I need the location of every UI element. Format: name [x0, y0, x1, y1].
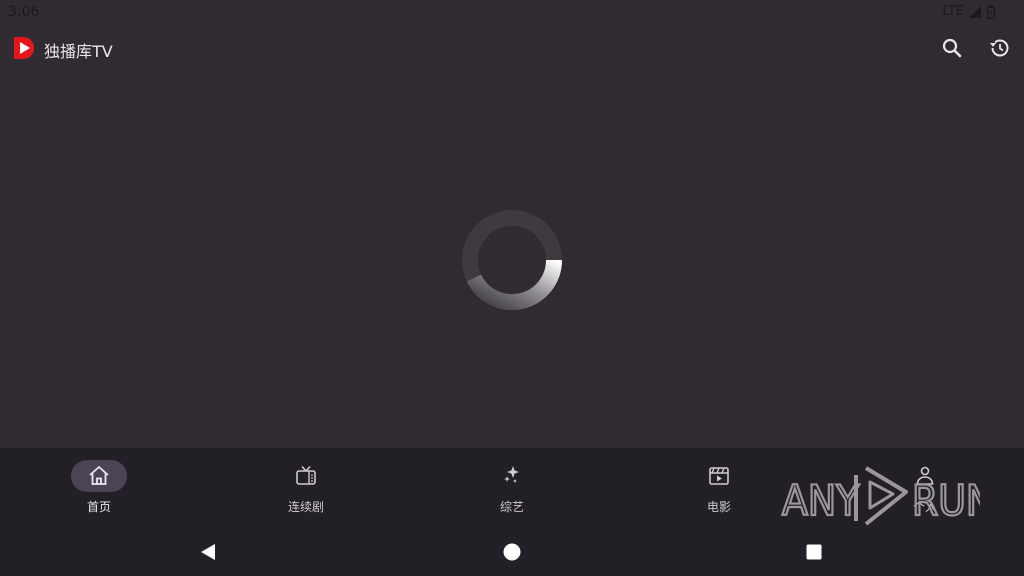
back-triangle-icon[interactable] [199, 543, 217, 561]
anyrun-watermark: ANY RUN [781, 466, 980, 526]
nav-label-series: 连续剧 [287, 500, 324, 514]
status-time: 3:06 [8, 4, 40, 20]
status-bar: 3:06 LTE [0, 0, 1024, 24]
home-circle-icon[interactable] [503, 543, 521, 561]
watermark-text-right: RUN [912, 476, 980, 525]
play-logo-icon [14, 37, 34, 59]
system-navigation-bar [0, 528, 1024, 576]
signal-icon [969, 5, 981, 18]
nav-item-series[interactable]: 连续剧 [246, 448, 366, 528]
search-icon[interactable] [940, 36, 964, 60]
nav-item-movies[interactable]: 电影 [659, 448, 779, 528]
history-icon[interactable] [988, 36, 1012, 60]
sparkle-icon [504, 466, 519, 483]
app-title: 独播库TV [44, 42, 113, 61]
tv-icon [296, 465, 316, 485]
nav-label-variety: 综艺 [499, 500, 524, 514]
battery-icon [986, 4, 996, 19]
loading-spinner [462, 210, 562, 310]
nav-label-movies: 电影 [706, 500, 731, 514]
recents-square-icon[interactable] [806, 544, 822, 560]
network-type: LTE [942, 4, 964, 19]
watermark-text-left: ANY [782, 476, 860, 525]
movie-clapper-icon [709, 467, 729, 485]
status-indicators: LTE [942, 4, 996, 19]
app-screen: 3:06 LTE 独播库TV 首页 连续剧 综艺 电影 个人 ANY RU [0, 0, 1024, 576]
nav-label-home: 首页 [86, 500, 111, 514]
app-bar: 独播库TV [0, 24, 1024, 72]
nav-item-variety[interactable]: 综艺 [452, 448, 572, 528]
home-icon [89, 466, 109, 485]
nav-item-home[interactable]: 首页 [39, 448, 159, 528]
